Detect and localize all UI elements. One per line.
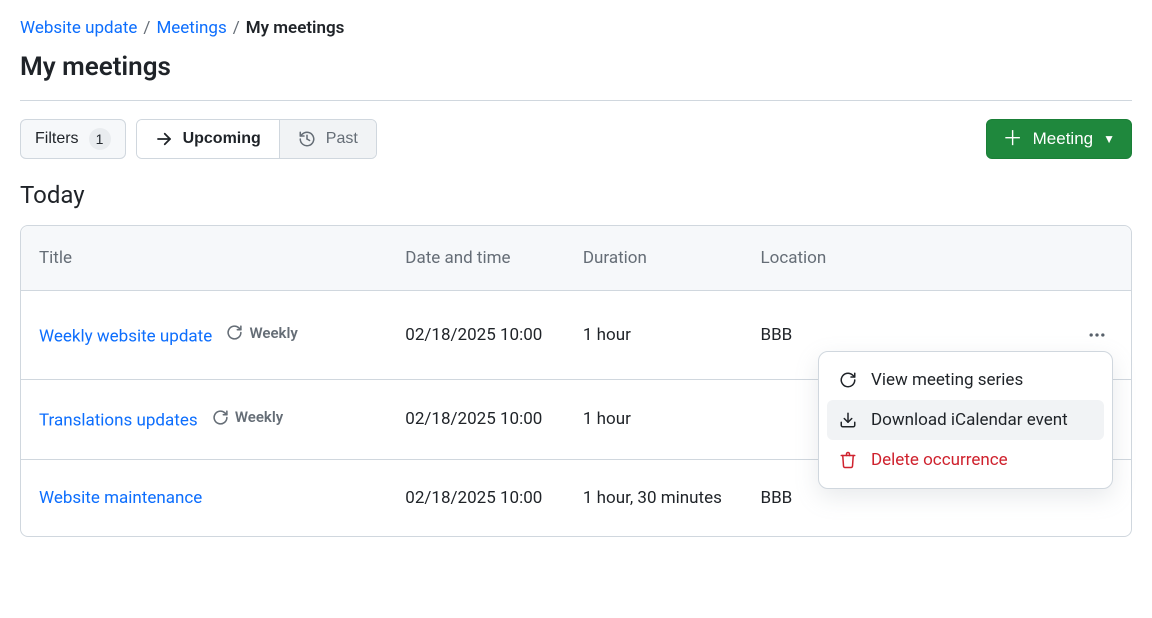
cell-datetime: 02/18/2025 10:00 — [387, 379, 565, 459]
meeting-link[interactable]: Website maintenance — [39, 488, 202, 508]
col-header-duration: Duration — [565, 226, 743, 291]
menu-download-ical-label: Download iCalendar event — [871, 410, 1068, 430]
time-segment-group: Upcoming Past — [136, 119, 377, 159]
recurrence-icon — [839, 371, 857, 389]
filters-label: Filters — [35, 130, 79, 148]
tab-upcoming-label: Upcoming — [183, 130, 261, 148]
breadcrumb: Website update / Meetings / My meetings — [20, 18, 1132, 38]
tab-past-label: Past — [326, 130, 358, 148]
breadcrumb-separator: / — [143, 18, 150, 38]
toolbar: Filters 1 Upcoming Past ＋ Meeting ▼ — [20, 119, 1132, 159]
history-icon — [298, 130, 316, 148]
arrow-right-icon — [155, 130, 173, 148]
breadcrumb-link-project[interactable]: Website update — [20, 18, 137, 38]
tab-past[interactable]: Past — [279, 120, 376, 158]
cell-duration: 1 hour — [565, 291, 743, 379]
recurrence-badge: Weekly — [226, 324, 297, 342]
table-row: Weekly website update Weekly 02/18/2025 … — [21, 291, 1131, 379]
meeting-link[interactable]: Weekly website update — [39, 326, 212, 346]
recurrence-icon — [212, 409, 229, 426]
recurrence-label: Weekly — [235, 408, 283, 426]
recurrence-icon — [226, 324, 243, 341]
col-header-datetime: Date and time — [387, 226, 565, 291]
col-header-location: Location — [742, 226, 1061, 291]
row-actions-button[interactable] — [1081, 319, 1113, 351]
cell-datetime: 02/18/2025 10:00 — [387, 291, 565, 379]
tab-upcoming[interactable]: Upcoming — [137, 120, 279, 158]
cell-datetime: 02/18/2025 10:00 — [387, 459, 565, 536]
new-meeting-label: Meeting — [1033, 129, 1093, 149]
recurrence-label: Weekly — [249, 324, 297, 342]
page-title: My meetings — [20, 52, 1132, 82]
toolbar-left: Filters 1 Upcoming Past — [20, 119, 377, 159]
filters-count-badge: 1 — [89, 128, 111, 150]
breadcrumb-separator: / — [233, 18, 240, 38]
cell-duration: 1 hour, 30 minutes — [565, 459, 743, 536]
meetings-table: Title Date and time Duration Location We… — [20, 225, 1132, 537]
menu-view-series-label: View meeting series — [871, 370, 1023, 390]
cell-duration: 1 hour — [565, 379, 743, 459]
plus-icon: ＋ — [1003, 129, 1023, 149]
section-title-today: Today — [20, 181, 1132, 209]
trash-icon — [839, 451, 857, 469]
col-header-title: Title — [21, 226, 387, 291]
recurrence-badge: Weekly — [212, 408, 283, 426]
caret-down-icon: ▼ — [1103, 132, 1115, 146]
download-icon — [839, 411, 857, 429]
filters-button[interactable]: Filters 1 — [20, 119, 126, 159]
breadcrumb-current: My meetings — [246, 18, 345, 38]
menu-download-ical[interactable]: Download iCalendar event — [827, 400, 1104, 440]
menu-view-series[interactable]: View meeting series — [827, 360, 1104, 400]
dots-horizontal-icon — [1087, 325, 1107, 345]
new-meeting-button[interactable]: ＋ Meeting ▼ — [986, 119, 1132, 159]
breadcrumb-link-meetings[interactable]: Meetings — [156, 18, 226, 38]
menu-delete-occurrence[interactable]: Delete occurrence — [827, 440, 1104, 480]
col-header-actions — [1061, 226, 1131, 291]
meeting-link[interactable]: Translations updates — [39, 411, 198, 431]
menu-delete-occurrence-label: Delete occurrence — [871, 450, 1008, 470]
divider — [20, 100, 1132, 101]
row-actions-menu: View meeting series Download iCalendar e… — [818, 351, 1113, 489]
